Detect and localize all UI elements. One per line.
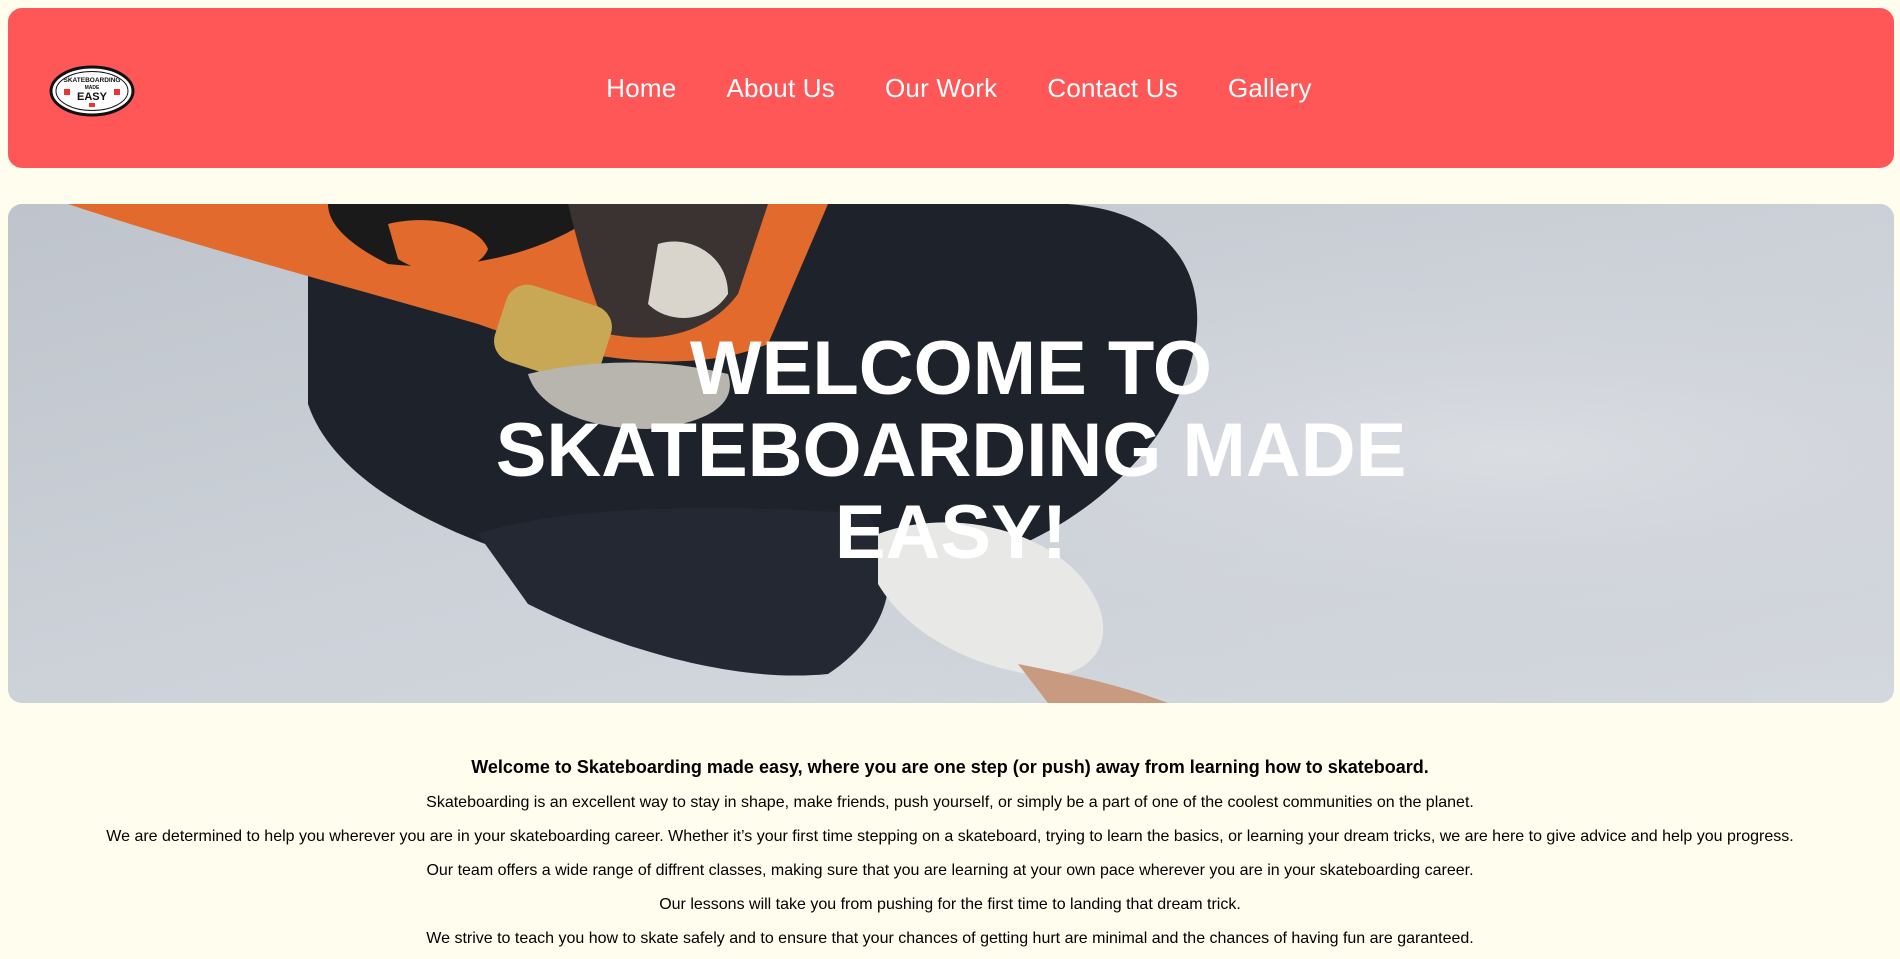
nav-home[interactable]: Home (606, 73, 676, 104)
hero-title-line-3: EASY! (834, 490, 1068, 575)
nav-contact-us[interactable]: Contact Us (1047, 73, 1178, 104)
intro-lead: Welcome to Skateboarding made easy, wher… (471, 757, 1429, 777)
nav-gallery[interactable]: Gallery (1228, 73, 1312, 104)
hero-banner: WELCOME TO SKATEBOARDING MADE EASY! (8, 204, 1894, 703)
nav-about-us[interactable]: About Us (726, 73, 835, 104)
intro-paragraph: Our lessons will take you from pushing f… (659, 896, 1241, 913)
main-nav: Home About Us Our Work Contact Us Galler… (8, 8, 1894, 168)
nav-our-work[interactable]: Our Work (885, 73, 997, 104)
hero-title-line-2: SKATEBOARDING MADE (495, 408, 1407, 493)
site-header: SKATEBOARDING MADE EASY Home About Us Ou… (8, 8, 1894, 168)
hero-title-line-1: WELCOME TO (689, 326, 1213, 411)
intro-paragraph: We are determined to help you wherever y… (106, 828, 1794, 845)
intro-paragraph: Skateboarding is an excellent way to sta… (426, 794, 1474, 811)
intro-paragraph: Our team offers a wide range of diffrent… (426, 862, 1474, 879)
hero-title: WELCOME TO SKATEBOARDING MADE EASY! (8, 328, 1894, 574)
intro-section: Welcome to Skateboarding made easy, wher… (0, 753, 1900, 959)
intro-paragraph: We strive to teach you how to skate safe… (426, 930, 1474, 947)
